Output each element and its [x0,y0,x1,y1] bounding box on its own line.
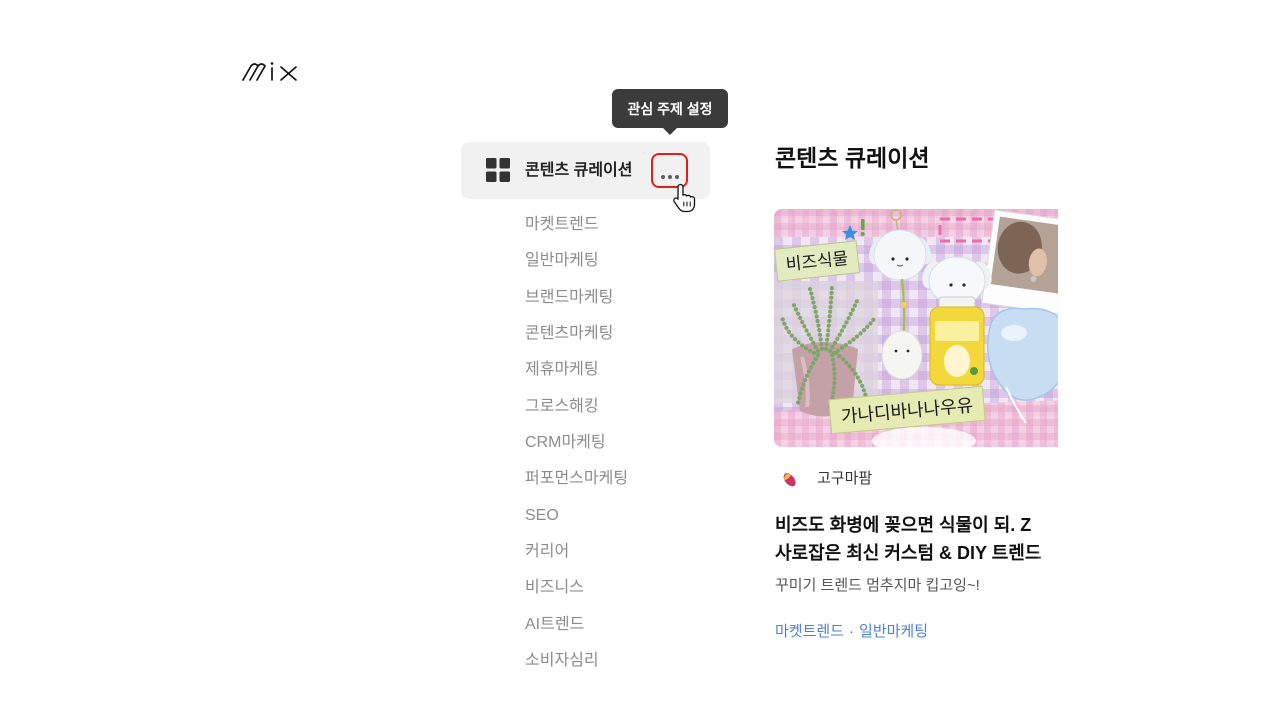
sidebar-sub-item[interactable]: 브랜드마케팅 [525,280,628,316]
sidebar-sub-item[interactable]: 퍼포먼스마케팅 [525,461,628,497]
card-title-line: 사로잡은 최신 커스텀 & DIY 트렌드 [775,543,1042,563]
sidebar-sub-item[interactable]: 마켓트렌드 [525,207,628,243]
tag-separator: · [849,623,855,640]
tooltip-text: 관심 주제 설정 [627,100,713,117]
exclamation-icon [860,219,865,236]
section-heading: 콘텐츠 큐레이션 [775,145,930,171]
mix-logo[interactable] [241,60,299,82]
card-thumbnail[interactable]: 비즈식물 가나디바나나우유 [774,209,1058,447]
title-fade-overlay [1036,511,1058,567]
card-title-line: 비즈도 화병에 꽂으면 식물이 되. Z [775,515,1032,535]
content-card[interactable]: 비즈식물 가나디바나나우유 고구마팜 비즈도 화병에 꽂으면 식물이 되. Z … [774,209,1058,649]
polaroid-photo [981,209,1058,315]
thumbnail-collage: 비즈식물 가나디바나나우유 [774,209,1058,447]
sidebar-sub-item[interactable]: 제휴마케팅 [525,352,628,388]
sidebar-sub-item[interactable]: 비즈니스 [525,570,628,606]
sidebar-sub-item[interactable]: CRM마케팅 [525,425,628,461]
sidebar-sub-item[interactable]: 소비자심리 [525,643,628,679]
author-name: 고구마팜 [817,470,873,487]
sidebar-sub-list: 마켓트렌드 일반마케팅 브랜드마케팅 콘텐츠마케팅 제휴마케팅 그로스해킹 CR… [525,207,628,679]
tag-link[interactable]: 마켓트렌드 [775,623,844,640]
mix-logo-mark [242,62,297,81]
more-dots-icon [660,168,680,179]
banana-milk-bottle [929,296,985,386]
tooltip-arrow [663,128,677,135]
card-carousel: 비즈식물 가나디바나나우유 고구마팜 비즈도 화병에 꽂으면 식물이 되. Z … [774,209,1058,649]
grid-icon [486,158,510,182]
small-plush-dog [881,330,923,380]
sweet-potato-icon [783,473,796,487]
sidebar-sub-item[interactable]: 콘텐츠마케팅 [525,316,628,352]
sidebar-sub-item[interactable]: SEO [525,498,628,534]
sidebar-sub-item[interactable]: 커리어 [525,534,628,570]
tooltip-interest-topics: 관심 주제 설정 [612,89,728,135]
tag-link[interactable]: 일반마케팅 [859,623,928,640]
hand-pointer-icon [673,183,696,213]
sidebar-item-label: 콘텐츠 큐레이션 [525,162,633,179]
card-subtitle: 꾸미기 트렌드 멈추지마 킵고잉~! [775,577,980,594]
sidebar-sub-item[interactable]: 그로스해킹 [525,389,628,425]
card-tags: 마켓트렌드 · 일반마케팅 [775,622,928,642]
card-title[interactable]: 비즈도 화병에 꽂으면 식물이 되. Z 사로잡은 최신 커스텀 & DIY 트… [775,511,1041,567]
card-author[interactable]: 고구마팜 [780,470,900,488]
sidebar-sub-item[interactable]: AI트렌드 [525,607,628,643]
sidebar-sub-item[interactable]: 일반마케팅 [525,243,628,279]
